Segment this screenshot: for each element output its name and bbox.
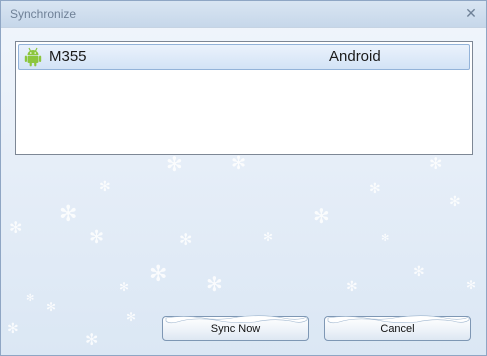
svg-text:✻: ✻ [26, 293, 34, 304]
svg-text:✻: ✻ [85, 330, 98, 349]
svg-text:✻: ✻ [166, 152, 183, 176]
svg-text:✻: ✻ [369, 181, 381, 197]
svg-text:✻: ✻ [449, 194, 461, 210]
title-bar: Synchronize ✕ [1, 1, 486, 28]
svg-text:✻: ✻ [313, 204, 330, 228]
svg-text:✻: ✻ [119, 280, 129, 294]
svg-text:✻: ✻ [7, 321, 19, 337]
svg-text:✻: ✻ [206, 272, 223, 296]
cancel-label: Cancel [380, 323, 415, 335]
svg-text:✻: ✻ [381, 233, 389, 244]
device-list[interactable]: M355 Android [15, 41, 473, 155]
svg-text:✻: ✻ [466, 278, 476, 292]
sync-now-button[interactable]: Sync Now [162, 315, 309, 341]
android-icon [24, 47, 42, 67]
close-icon[interactable]: ✕ [464, 5, 478, 21]
svg-text:✻: ✻ [179, 230, 192, 249]
device-name: M355 [49, 48, 87, 65]
svg-text:✻: ✻ [59, 202, 77, 227]
synchronize-dialog: ✻ ✻ ✻ ✻ ✻ ✻ ✻ ✻ ✻ ✻ ✻ ✻ ✻ ✻ ✻ ✻ ✻ ✻ ✻ ✻ … [0, 0, 487, 356]
svg-text:✻: ✻ [46, 300, 56, 314]
svg-text:✻: ✻ [89, 227, 104, 248]
svg-text:✻: ✻ [231, 153, 246, 174]
window-title: Synchronize [10, 7, 77, 21]
sync-now-label: Sync Now [210, 323, 261, 335]
svg-text:✻: ✻ [149, 262, 167, 287]
svg-text:✻: ✻ [126, 310, 136, 324]
device-os: Android [329, 48, 381, 65]
list-item[interactable]: M355 Android [18, 44, 470, 70]
svg-text:✻: ✻ [9, 218, 22, 237]
svg-text:✻: ✻ [99, 179, 111, 195]
svg-text:✻: ✻ [429, 154, 442, 173]
svg-text:✻: ✻ [346, 279, 358, 295]
cancel-button[interactable]: Cancel [324, 315, 471, 341]
svg-text:✻: ✻ [413, 264, 425, 280]
svg-text:✻: ✻ [263, 230, 273, 244]
